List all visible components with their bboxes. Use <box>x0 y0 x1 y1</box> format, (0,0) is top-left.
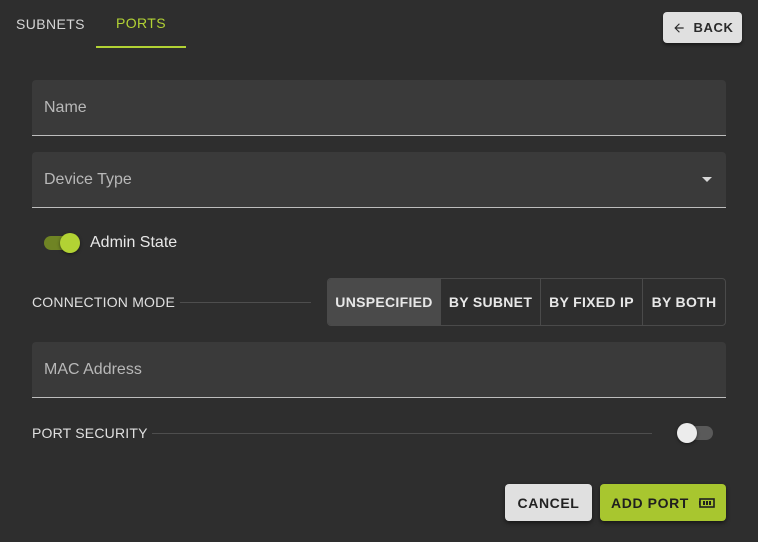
tab-bar: SUBNETS PORTS <box>0 0 186 48</box>
mac-address-input[interactable] <box>32 342 726 397</box>
port-security-toggle[interactable] <box>677 423 713 443</box>
port-security-divider <box>152 433 652 434</box>
name-field[interactable] <box>32 80 726 136</box>
connection-mode-by-subnet[interactable]: BY SUBNET <box>441 279 541 325</box>
tab-subnets[interactable]: SUBNETS <box>0 0 96 48</box>
name-input[interactable] <box>32 80 726 135</box>
connection-mode-divider <box>180 302 311 303</box>
arrow-left-icon <box>673 22 684 33</box>
connection-mode-unspecified[interactable]: UNSPECIFIED <box>328 279 441 325</box>
connection-mode-label: CONNECTION MODE <box>32 294 175 310</box>
network-port-icon <box>698 497 715 508</box>
add-port-label: ADD PORT <box>611 494 689 511</box>
device-type-select[interactable]: Device Type <box>32 152 726 208</box>
toggle-thumb <box>677 423 697 443</box>
admin-state-row: Admin State <box>44 232 177 254</box>
admin-state-toggle[interactable] <box>44 233 80 253</box>
mac-address-field[interactable] <box>32 342 726 398</box>
toggle-thumb <box>60 233 80 253</box>
admin-state-label: Admin State <box>90 234 178 251</box>
connection-mode-toggle-group: UNSPECIFIED BY SUBNET BY FIXED IP BY BOT… <box>327 278 726 326</box>
add-port-button[interactable]: ADD PORT <box>600 484 726 521</box>
connection-mode-by-both[interactable]: BY BOTH <box>643 279 725 325</box>
back-button-label: BACK <box>693 20 734 35</box>
connection-mode-by-fixed-ip[interactable]: BY FIXED IP <box>541 279 643 325</box>
dropdown-arrow-icon <box>702 177 712 182</box>
device-type-label: Device Type <box>44 171 132 188</box>
tab-ports[interactable]: PORTS <box>96 0 186 48</box>
cancel-button[interactable]: CANCEL <box>505 484 592 521</box>
back-button[interactable]: BACK <box>663 12 742 43</box>
port-security-label: PORT SECURITY <box>32 425 148 441</box>
